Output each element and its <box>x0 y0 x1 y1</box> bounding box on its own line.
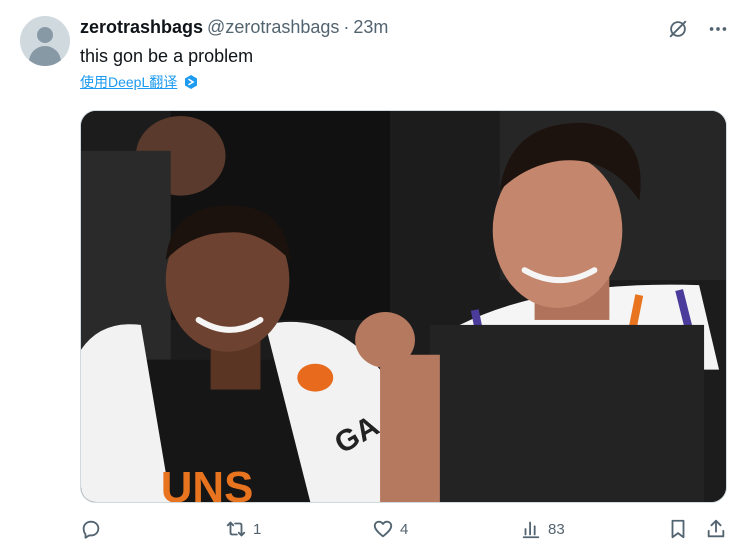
avatar-body <box>29 46 61 66</box>
reply-button[interactable] <box>80 518 108 540</box>
avatar-head <box>37 27 53 43</box>
tweet[interactable]: zerotrashbags @zerotrashbags · 23m this … <box>0 0 745 560</box>
reply-icon <box>82 520 100 539</box>
bookmark-icon <box>671 519 685 539</box>
like-count: 4 <box>400 520 409 538</box>
heart-icon <box>373 520 393 538</box>
tweet-actions: 1 4 83 <box>80 518 730 546</box>
views-icon <box>522 521 540 539</box>
right-player-arm <box>380 354 440 502</box>
author-handle[interactable]: @zerotrashbags <box>207 17 339 38</box>
towel-logo-mark <box>297 363 334 392</box>
more-button[interactable] <box>705 16 731 42</box>
jersey-text: UNS <box>161 463 254 502</box>
retweet-count: 1 <box>253 520 262 538</box>
views-count: 83 <box>548 520 565 538</box>
grok-icon <box>669 20 687 38</box>
like-button[interactable]: 4 <box>372 518 408 540</box>
grok-button[interactable] <box>665 16 691 42</box>
translate-row: 使用DeepL翻译 <box>80 72 199 92</box>
views-button[interactable]: 83 <box>520 518 565 540</box>
media-scene: GA UNS <box>81 111 726 502</box>
translate-link[interactable]: 使用DeepL翻译 <box>80 72 177 92</box>
author-display-name[interactable]: zerotrashbags <box>80 17 203 38</box>
tweet-header: zerotrashbags @zerotrashbags · 23m <box>80 17 388 41</box>
share-icon <box>707 519 725 538</box>
retweet-button[interactable]: 1 <box>225 518 261 540</box>
bookmark-button[interactable] <box>667 518 689 540</box>
black-towel <box>429 324 705 502</box>
more-icon <box>709 27 727 31</box>
share-button[interactable] <box>705 518 727 540</box>
separator-dot: · <box>343 17 350 37</box>
tweet-time[interactable]: 23m <box>353 17 388 38</box>
tweet-top-actions <box>665 16 731 42</box>
tweet-media-image[interactable]: GA UNS <box>80 110 727 503</box>
deepl-icon[interactable] <box>183 74 199 90</box>
avatar[interactable] <box>20 16 70 66</box>
retweet-icon <box>226 521 246 537</box>
tweet-text: this gon be a problem <box>80 46 254 66</box>
